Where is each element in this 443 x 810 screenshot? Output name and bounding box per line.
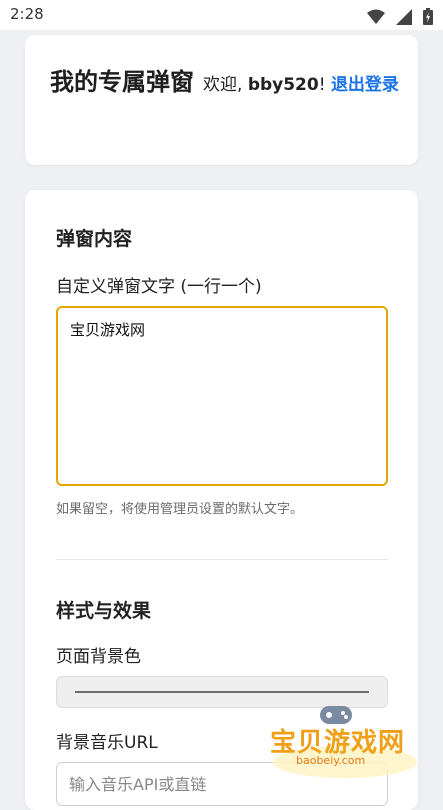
status-icons bbox=[361, 6, 433, 25]
popup-text-input[interactable]: 宝贝游戏网 bbox=[56, 306, 388, 486]
welcome-prefix: 欢迎, bbox=[203, 75, 248, 95]
header-card: 我的专属弹窗 欢迎, bby520! 退出登录 bbox=[25, 35, 418, 165]
watermark-logo: 宝贝游戏网 baobeiy.com bbox=[268, 702, 428, 782]
signal-icon bbox=[395, 8, 412, 25]
status-bar: 2:28 bbox=[0, 0, 443, 30]
popup-text-label: 自定义弹窗文字 (一行一个) bbox=[56, 277, 262, 297]
status-time: 2:28 bbox=[10, 5, 44, 23]
music-url-label: 背景音乐URL bbox=[56, 733, 158, 753]
popup-text-help: 如果留空，将使用管理员设置的默认文字。 bbox=[56, 502, 304, 517]
bg-color-label: 页面背景色 bbox=[56, 647, 141, 667]
welcome-suffix: ! bbox=[318, 75, 331, 95]
watermark-url: baobeiy.com bbox=[296, 754, 366, 767]
section-divider bbox=[56, 559, 388, 560]
wifi-icon bbox=[366, 9, 385, 24]
style-section-title: 样式与效果 bbox=[56, 600, 152, 622]
welcome-message: 欢迎, bby520! 退出登录 bbox=[203, 71, 403, 100]
color-swatch bbox=[75, 691, 369, 693]
logout-link[interactable]: 退出登录 bbox=[331, 75, 399, 95]
content-section-title: 弹窗内容 bbox=[56, 228, 133, 250]
username: bby520 bbox=[247, 75, 319, 95]
battery-icon bbox=[423, 8, 433, 25]
page-title: 我的专属弹窗 bbox=[50, 68, 194, 96]
